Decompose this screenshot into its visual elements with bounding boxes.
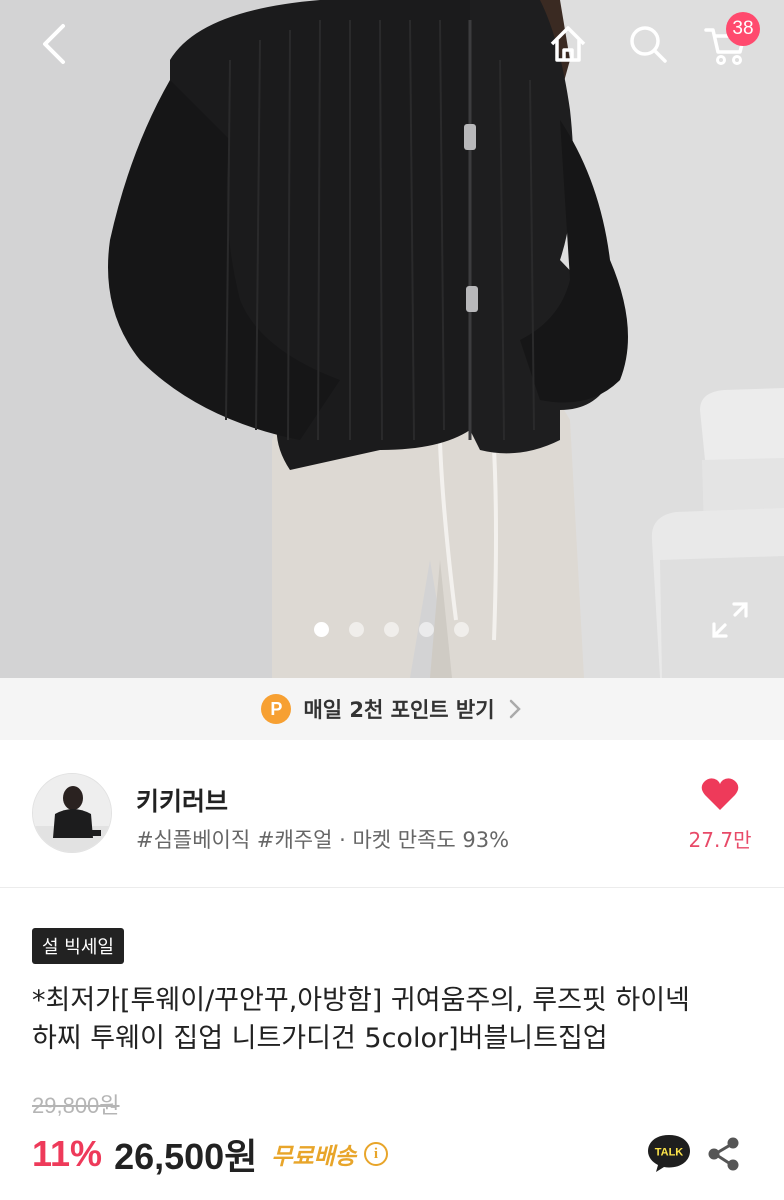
search-icon[interactable]: [622, 18, 674, 70]
gallery-pagination: [314, 622, 469, 637]
kakao-talk-icon[interactable]: TALK: [646, 1132, 692, 1174]
shop-tags: #심플베이직 #캐주얼 · 마켓 만족도 93%: [136, 828, 510, 852]
info-icon[interactable]: i: [363, 1142, 388, 1166]
like-count: 27.7만: [688, 828, 752, 852]
heart-icon[interactable]: [700, 776, 740, 812]
expand-icon[interactable]: [708, 598, 752, 642]
gallery-dot[interactable]: [454, 622, 469, 637]
gallery-dot[interactable]: [349, 622, 364, 637]
home-icon[interactable]: [542, 18, 594, 70]
points-icon: P: [261, 694, 292, 724]
gallery-dot[interactable]: [384, 622, 399, 637]
share-icon[interactable]: [706, 1136, 740, 1172]
back-icon[interactable]: [28, 18, 80, 70]
product-title-line: *최저가[투웨이/꾸안꾸,아방함] 귀여움주의, 루즈핏 하이넥: [32, 985, 690, 1016]
discount-rate: 11%: [32, 1133, 103, 1174]
chevron-right-icon: [509, 699, 521, 719]
shop-info-row[interactable]: 키키러브 #심플베이직 #캐주얼 · 마켓 만족도 93% 27.7만: [0, 740, 784, 888]
product-photo: [0, 0, 784, 678]
product-image-gallery[interactable]: 38: [0, 0, 784, 678]
points-banner-text: 매일 2천 포인트 받기: [303, 698, 495, 722]
cart-count-badge: 38: [726, 12, 760, 46]
free-shipping-label: 무료배송: [271, 1144, 356, 1170]
shop-avatar[interactable]: [32, 773, 112, 853]
price-row: 11% 26,500원 무료배송 i: [32, 1130, 388, 1178]
gallery-dot[interactable]: [314, 622, 329, 637]
talk-label: TALK: [655, 1147, 684, 1159]
daily-points-banner[interactable]: P 매일 2천 포인트 받기: [0, 678, 784, 740]
sale-badge: 설 빅세일: [32, 928, 124, 964]
product-title-line: 하찌 투웨이 집업 니트가디건 5color]버블니트집업: [32, 1023, 608, 1054]
original-price: 29,800원: [32, 1093, 120, 1118]
gallery-dot[interactable]: [419, 622, 434, 637]
shop-name[interactable]: 키키러브: [136, 782, 228, 818]
product-title: *최저가[투웨이/꾸안꾸,아방함] 귀여움주의, 루즈핏 하이넥 하찌 투웨이 …: [32, 982, 756, 1058]
sale-price: 26,500원: [114, 1136, 258, 1177]
